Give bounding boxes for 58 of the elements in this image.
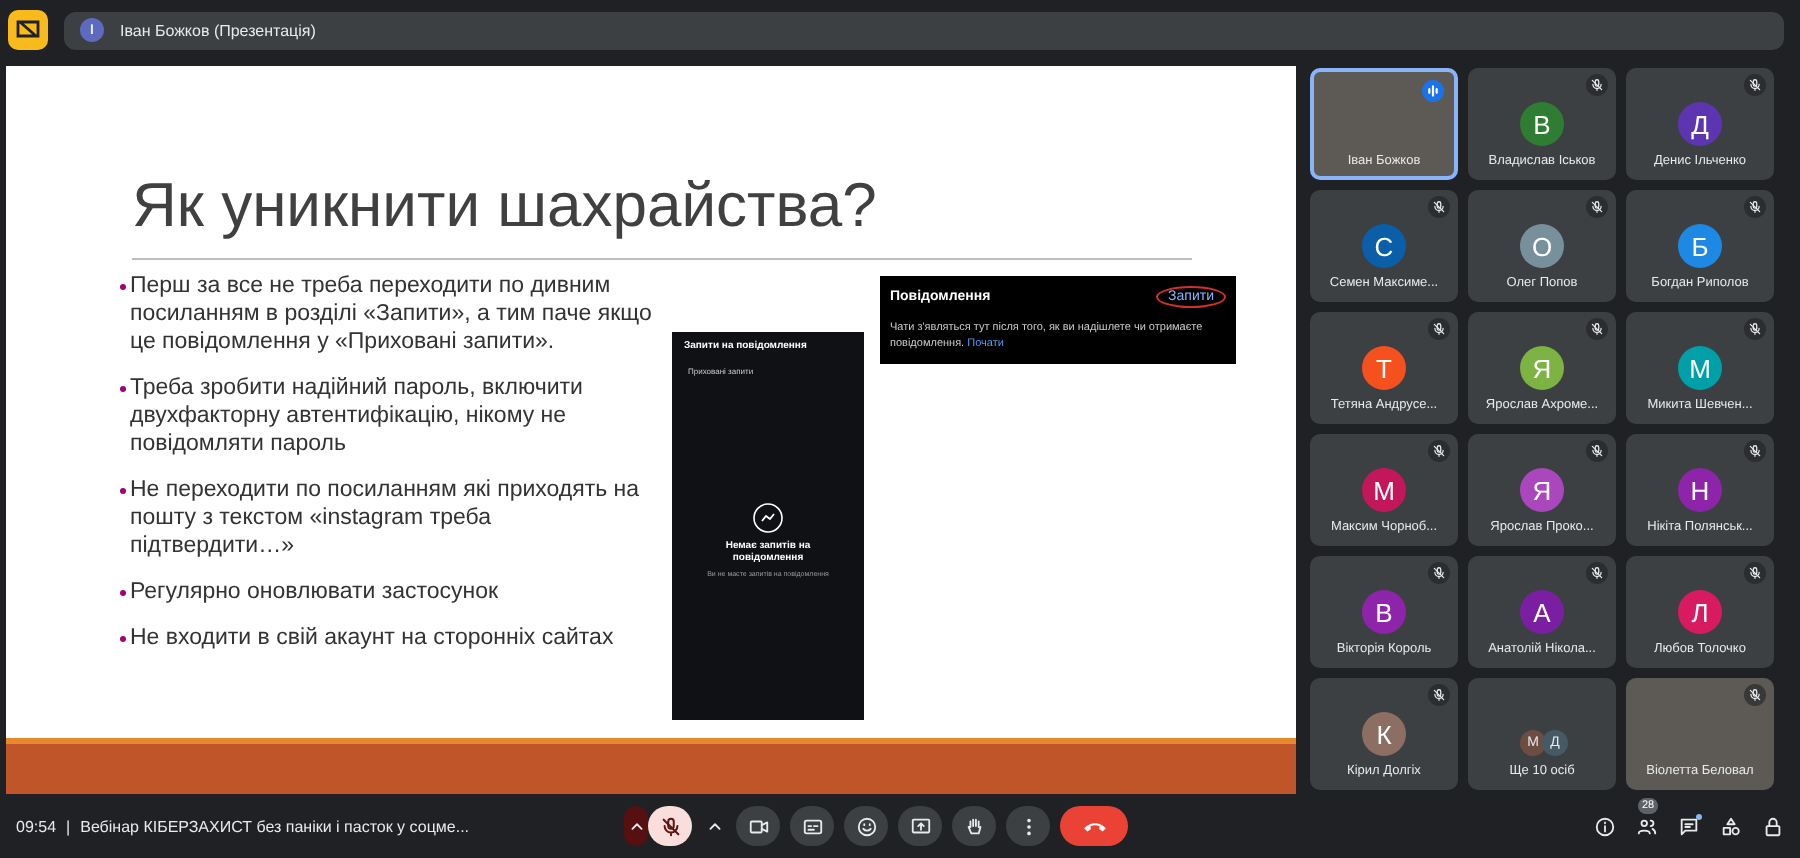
chat-button[interactable] [1678, 815, 1700, 837]
lock-icon [1762, 815, 1784, 837]
microphone-button[interactable] [648, 806, 692, 846]
avatar: Б [1678, 224, 1722, 268]
avatar: В [1520, 102, 1564, 146]
meeting-title: Вебінар КІБЕРЗАХИСТ без паніки і пасток у соцме... [80, 817, 470, 835]
avatar: Я [1520, 468, 1564, 512]
avatar: Т [1362, 346, 1406, 390]
chat-icon [1678, 815, 1700, 837]
bullet-icon [120, 386, 126, 392]
avatar: Д [1678, 102, 1722, 146]
mic-off-icon [659, 815, 681, 837]
present-button[interactable] [898, 806, 942, 846]
leave-call-button[interactable] [1060, 806, 1128, 846]
hang-up-icon [1081, 818, 1107, 834]
bullet-text: Перш за все не треба переходити по дивним посиланням в розділі «Запити», а тим паче якщо це повідомлення у «Приховані запити». [130, 272, 654, 356]
bullet-icon [120, 284, 126, 290]
shapes-icon [1720, 815, 1742, 837]
raise-hand-button[interactable] [952, 806, 996, 846]
presentation-icon[interactable] [8, 10, 48, 50]
mic-options-button[interactable] [624, 806, 648, 846]
clock: 09:54 [16, 817, 57, 835]
captions-icon [801, 815, 823, 837]
avatar: К [1362, 712, 1406, 756]
host-controls-button[interactable] [1762, 815, 1784, 837]
avatar: О [1520, 224, 1564, 268]
activities-button[interactable] [1720, 815, 1742, 837]
camera-button[interactable] [736, 806, 780, 846]
bullet-text: Не переходити по посиланням які приходять на пошту з текстом «instagram треба підтвердити…» [130, 476, 642, 560]
avatar: В [1362, 590, 1406, 634]
hand-icon [963, 815, 985, 837]
separator: | [66, 817, 71, 835]
present-icon [909, 815, 931, 837]
camera-icon [747, 815, 769, 837]
avatar: Л [1678, 590, 1722, 634]
info-button[interactable] [1594, 815, 1616, 837]
avatar: М [1678, 346, 1722, 390]
more-options-button[interactable] [1006, 806, 1050, 846]
people-icon [1636, 815, 1658, 837]
slide-title: Як уникнити шахрайства? [132, 170, 879, 242]
bullet-text: Не входити в свій акаунт на сторонніх сайтах [130, 624, 614, 652]
bullet-text: Треба зробити надійний пароль, включити двухфакторну автентифікацію, нікому не повідомляти пароль [130, 374, 585, 458]
messenger-icon [752, 502, 784, 534]
avatar: С [1362, 224, 1406, 268]
avatar: А [1520, 590, 1564, 634]
info-icon [1594, 815, 1616, 837]
emoji-icon [855, 815, 877, 837]
emoji-button[interactable] [844, 806, 888, 846]
captions-button[interactable] [790, 806, 834, 846]
avatar: Я [1520, 346, 1564, 390]
speaking-icon [1422, 80, 1444, 102]
avatar: Н [1678, 468, 1722, 512]
bullet-text: Регулярно оновлювати застосунок [130, 578, 499, 606]
presenter-label: Іван Божков (Презентація) [120, 21, 316, 39]
bullet-icon [120, 590, 126, 596]
bullet-icon [120, 636, 126, 642]
bullet-icon [120, 488, 126, 494]
avatar: М [1362, 468, 1406, 512]
